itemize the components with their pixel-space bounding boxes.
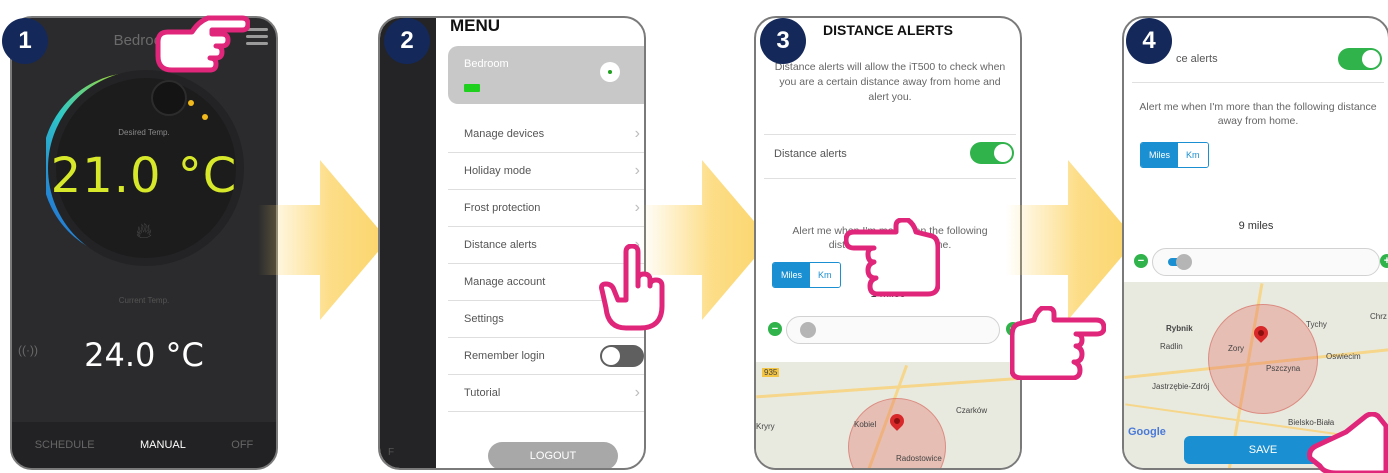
logout-button[interactable]: LOGOUT bbox=[488, 442, 618, 468]
map-label: Kryry bbox=[756, 422, 775, 431]
distance-alerts-toggle[interactable] bbox=[1338, 48, 1382, 70]
description-text: Distance alerts will allow the iT500 to … bbox=[774, 61, 1006, 103]
remember-login-toggle[interactable] bbox=[600, 345, 644, 367]
distance-slider[interactable] bbox=[786, 316, 1000, 344]
device-card[interactable]: Bedroom bbox=[448, 46, 644, 104]
menu-item-tutorial[interactable]: Tutorial › bbox=[448, 375, 644, 412]
device-select-radio[interactable] bbox=[600, 62, 620, 82]
map-label: Tychy bbox=[1306, 320, 1327, 329]
arrow-icon bbox=[258, 160, 388, 320]
flame-icon: 🔥︎ bbox=[135, 218, 153, 243]
unit-km-button[interactable]: Km bbox=[810, 263, 840, 287]
device-name: Bedroom bbox=[464, 58, 509, 70]
distance-value: 9 miles bbox=[1238, 220, 1274, 232]
underlay-text: F bbox=[388, 447, 395, 458]
pointing-hand-icon bbox=[844, 218, 940, 297]
step-badge-2: 2 bbox=[384, 18, 430, 64]
menu-item-manage-devices[interactable]: Manage devices › bbox=[448, 116, 644, 153]
distance-alerts-label: Distance alerts bbox=[774, 148, 847, 160]
phone-screen-thermostat: Bedroom Desired Temp. 21.0 °C 🔥︎ Current… bbox=[10, 16, 278, 470]
distance-radius bbox=[1208, 304, 1318, 414]
unit-km-button[interactable]: Km bbox=[1178, 143, 1208, 167]
menu-item-label: Manage devices bbox=[464, 128, 545, 140]
battery-icon bbox=[464, 84, 480, 92]
step-badge-3: 3 bbox=[760, 18, 806, 64]
underlying-screen: F bbox=[380, 18, 436, 468]
minus-icon[interactable]: − bbox=[1134, 254, 1148, 268]
menu-item-label: Remember login bbox=[464, 350, 545, 362]
menu-item-holiday-mode[interactable]: Holiday mode › bbox=[448, 153, 644, 190]
map-label: Radostowice bbox=[896, 454, 942, 463]
indicator-dot bbox=[188, 100, 194, 106]
step-badge-1: 1 bbox=[2, 18, 48, 64]
menu-item-label: Distance alerts bbox=[464, 239, 537, 251]
map-label: Rybnik bbox=[1166, 324, 1193, 333]
chevron-right-icon: › bbox=[634, 384, 640, 401]
dial-knob[interactable] bbox=[151, 80, 187, 116]
menu-title: MENU bbox=[450, 16, 501, 35]
map-label: Pszczyna bbox=[1266, 364, 1301, 373]
chevron-right-icon: › bbox=[634, 125, 640, 142]
google-logo: Google bbox=[1128, 426, 1166, 438]
map-label: Oswiecim bbox=[1326, 352, 1361, 361]
map-label: Radlin bbox=[1160, 342, 1183, 351]
alert-instruction-text: Alert me when I'm more than the followin… bbox=[1139, 101, 1377, 127]
current-temp-value: 24.0 °C bbox=[84, 336, 204, 374]
menu-item-label: Holiday mode bbox=[464, 165, 532, 177]
plus-icon[interactable]: + bbox=[1380, 254, 1388, 268]
step-badge-4: 4 bbox=[1126, 18, 1172, 64]
indicator-dot bbox=[202, 114, 208, 120]
pointing-hand-icon bbox=[1010, 306, 1106, 380]
unit-selector: Miles Km bbox=[1140, 142, 1209, 168]
desired-temp-label: Desired Temp. bbox=[118, 128, 170, 137]
unit-selector: Miles Km bbox=[772, 262, 841, 288]
map-label: Jastrzębie-Zdrój bbox=[1152, 382, 1210, 391]
pointing-hand-icon bbox=[155, 15, 250, 73]
unit-miles-button[interactable]: Miles bbox=[1141, 143, 1179, 167]
minus-icon[interactable]: − bbox=[768, 322, 782, 336]
tab-off[interactable]: OFF bbox=[231, 439, 253, 451]
map-label: Kobiel bbox=[854, 420, 877, 429]
map-label: 935 bbox=[762, 368, 780, 377]
menu-item-label: Settings bbox=[464, 313, 504, 325]
tapping-hand-icon bbox=[599, 244, 665, 331]
distance-alerts-label: ce alerts bbox=[1176, 53, 1218, 65]
phone-screen-menu: F MENU Bedroom Manage devices › Holiday m… bbox=[378, 16, 646, 470]
menu-item-remember-login: Remember login bbox=[448, 338, 644, 375]
menu-item-frost-protection[interactable]: Frost protection › bbox=[448, 190, 644, 227]
tapping-hand-icon bbox=[1307, 412, 1388, 473]
tab-manual[interactable]: MANUAL bbox=[140, 439, 186, 451]
map-label: Zory bbox=[1228, 344, 1244, 353]
tab-schedule[interactable]: SCHEDULE bbox=[35, 439, 95, 451]
mode-tabs: SCHEDULE MANUAL OFF bbox=[12, 422, 276, 468]
map-label: Czarków bbox=[956, 406, 988, 415]
map-view[interactable]: 935 Kryry Czarków Kobiel Radostowice bbox=[756, 362, 1020, 468]
slider-thumb[interactable] bbox=[1176, 254, 1192, 270]
menu-item-label: Tutorial bbox=[464, 387, 501, 399]
setpoint-value: 21.0 °C bbox=[50, 148, 238, 204]
arrow-icon bbox=[1006, 160, 1136, 320]
menu-item-label: Manage account bbox=[464, 276, 546, 288]
map-label: Chrz bbox=[1370, 312, 1387, 321]
slider-thumb[interactable] bbox=[800, 322, 816, 338]
unit-miles-button[interactable]: Miles bbox=[773, 263, 811, 287]
phone-screen-distance-set: ce alerts Alert me when I'm more than th… bbox=[1122, 16, 1388, 470]
menu-item-label: Frost protection bbox=[464, 202, 541, 214]
current-temp-label: Current Temp. bbox=[118, 296, 170, 305]
